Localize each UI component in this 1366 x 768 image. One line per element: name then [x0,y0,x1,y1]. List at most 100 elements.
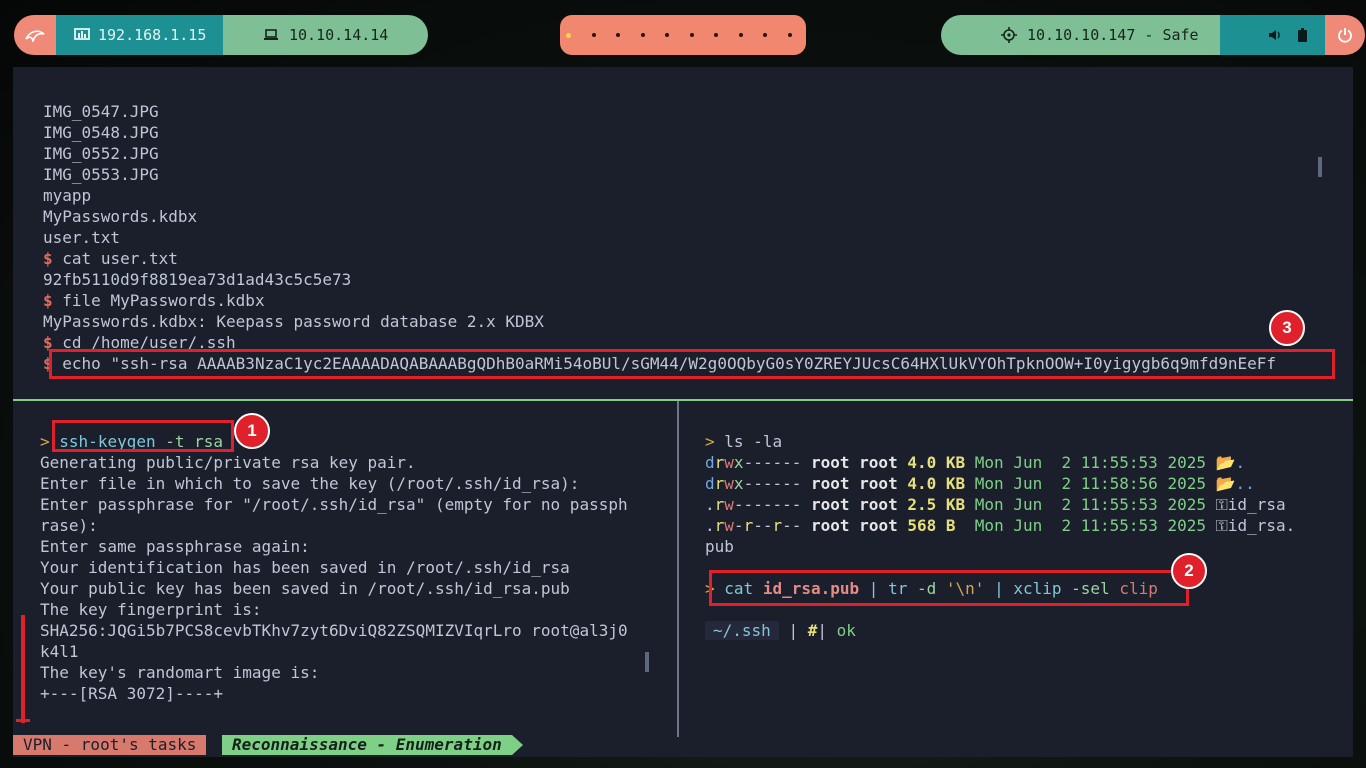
arch-logo-icon [25,30,45,42]
output-line: Generating public/private rsa key pair. [40,453,416,472]
terminal-pane-top[interactable]: IMG_0547.JPG IMG_0548.JPG IMG_0552.JPG IMG_… [43,101,1333,391]
output-line: SHA256:JQGi5b7PCS8cevbTKhv7zyt6DviQ82ZSQ… [40,621,628,640]
ls-output-line: myapp [43,186,92,205]
annotation-badge-1: 1 [234,413,270,449]
command-text: ls -la [724,432,783,451]
output-line: Enter file in which to save the key (/ro… [40,474,580,493]
output-line: rase): [40,516,98,535]
wrapped-name: pub [705,537,734,556]
pane-divider-horizontal[interactable] [13,399,1353,401]
permissions: drwx------ [705,453,802,472]
hash-symbol: # [807,621,818,640]
ls-output-line: IMG_0553.JPG [43,165,159,184]
file-name: id_rsa. [1227,516,1296,535]
workspace-dot[interactable] [616,33,621,37]
ls-output-line: IMG_0547.JPG [43,102,159,121]
prompt-symbol: $ [43,291,53,310]
command-text: file MyPasswords.kdbx [62,291,265,310]
annotation-badge-3: 3 [1269,310,1305,346]
tmux-session-tab[interactable]: VPN - root's tasks [13,735,207,755]
exit-status-label: ok [836,621,856,640]
workspace-dot[interactable] [591,33,596,37]
scrollbar-thumb-top[interactable] [1318,157,1322,177]
permissions: drwx------ [705,474,802,493]
ls-output-line: IMG_0548.JPG [43,123,159,142]
highlight-box-3 [49,349,1335,379]
annotation-arrow-head [16,719,30,722]
laptop-icon [264,29,278,40]
volume-icon[interactable] [1268,29,1282,41]
workspace-dot[interactable] [787,33,792,37]
command-line: $ cat user.txt [43,248,1333,269]
size: 2.5 KB [907,495,966,514]
workspace-switcher [560,15,806,55]
local-ip-indicator: 192.168.1.15 [56,15,223,55]
ls-row: drwx------ root root 4.0 KB Mon Jun 2 11… [705,452,1345,473]
folder-open-icon: 📂 [1215,453,1236,472]
size: 568 B [907,516,966,535]
date: Mon Jun 2 11:58:56 2025 [974,474,1206,493]
cwd-label: ~/.ssh [713,621,771,640]
ls-output-line: user.txt [43,228,121,247]
separator: | [788,621,799,640]
size: 4.0 KB [907,453,966,472]
scrollbar-thumb-left[interactable] [645,652,649,672]
key-icon: ⚿ [1215,495,1228,514]
power-button[interactable] [1325,15,1365,55]
annotation-arrow [21,615,25,723]
file-output-line: MyPasswords.kdbx: Keepass password datab… [43,312,544,331]
owner: root root [811,474,898,493]
arch-logo-button[interactable] [14,15,56,55]
command-text: cat user.txt [62,249,178,268]
ls-row: .rw------- root root 2.5 KB Mon Jun 2 11… [705,494,1345,515]
prompt-arrow: > [40,432,50,451]
ls-row: .rw-r--r-- root root 568 B Mon Jun 2 11:… [705,515,1345,536]
workspace-dot[interactable] [640,33,645,37]
local-ip-label: 192.168.1.15 [98,26,207,44]
permissions: .rw-r--r-- [705,516,802,535]
workspace-dot-active[interactable] [566,32,571,38]
highlight-box-2 [709,570,1189,606]
output-line: Your identification has been saved in /r… [40,558,570,577]
highlight-box-1 [52,420,234,452]
terminal-pane-bottom-right[interactable]: > ls -la drwx------ root root 4.0 KB Mon … [705,431,1345,681]
tmux-window-tab[interactable]: Reconnaissance - Enumeration [222,735,523,755]
terminal-pane-bottom-left[interactable]: > ssh-keygen -t rsa Generating public/pri… [40,431,670,741]
output-line: Enter passphrase for "/root/.ssh/id_rsa"… [40,495,628,514]
folder-open-icon: 📂 [1215,474,1236,493]
output-line: +---[RSA 3072]----+ [40,684,224,703]
output-line: k4l1 [40,642,79,661]
terminal-window[interactable]: IMG_0547.JPG IMG_0548.JPG IMG_0552.JPG IMG_… [13,67,1353,757]
target-indicator: 10.10.10.147 - Safe [941,15,1220,55]
workspace-dot[interactable] [689,33,694,37]
command-line: > ls -la [705,431,1345,452]
ls-row: drwx------ root root 4.0 KB Mon Jun 2 11… [705,473,1345,494]
pane-divider-vertical[interactable] [677,401,679,737]
battery-icon [1298,28,1307,42]
key-icon: ⚿ [1215,516,1228,535]
workspace-dot[interactable] [738,33,743,37]
date: Mon Jun 2 11:55:53 2025 [974,516,1206,535]
vpn-ip-indicator: 10.10.14.14 [223,15,428,55]
network-icon [74,28,90,40]
owner: root root [811,453,898,472]
file-name: id_rsa [1227,495,1286,514]
workspace-dot[interactable] [714,33,719,37]
date: Mon Jun 2 11:55:53 2025 [974,495,1206,514]
command-line: $ file MyPasswords.kdbx [43,290,1333,311]
workspace-dot[interactable] [763,33,768,37]
separator: | [817,621,827,640]
owner: root root [811,516,898,535]
output-line: The key's randomart image is: [40,663,320,682]
crosshair-icon [1001,27,1017,43]
vpn-ip-label: 10.10.14.14 [289,26,389,44]
workspace-dot[interactable] [665,33,670,37]
annotation-badge-2: 2 [1171,553,1207,589]
output-line: Your public key has been saved in /root/… [40,579,570,598]
system-tray [1220,15,1325,55]
target-label: 10.10.10.147 - Safe [1027,26,1199,44]
flag-hash-output: 92fb5110d9f8819ea73d1ad43c5c5e73 [43,270,352,289]
date: Mon Jun 2 11:55:53 2025 [974,453,1206,472]
file-name: .. [1235,474,1255,493]
ls-output-line: IMG_0552.JPG [43,144,159,163]
